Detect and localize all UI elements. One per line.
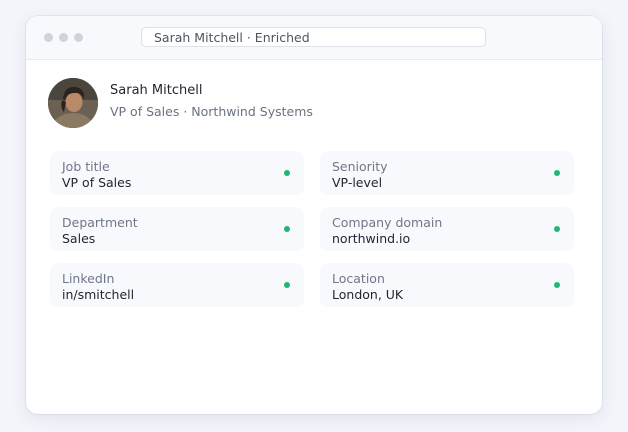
field-label: Job title xyxy=(62,159,110,174)
window-control-dot[interactable] xyxy=(59,33,68,42)
status-dot-icon xyxy=(284,226,290,232)
field-value: northwind.io xyxy=(332,231,411,246)
window-control-dot[interactable] xyxy=(74,33,83,42)
field-department: Department Sales xyxy=(50,207,304,251)
field-location: Location London, UK xyxy=(320,263,574,307)
field-value: Sales xyxy=(62,231,96,246)
field-value: in/smitchell xyxy=(62,287,135,302)
status-dot-icon xyxy=(554,170,560,176)
status-dot-icon xyxy=(554,282,560,288)
field-value: VP-level xyxy=(332,175,383,190)
status-dot-icon xyxy=(284,282,290,288)
field-job-title: Job title VP of Sales xyxy=(50,151,304,195)
window-titlebar: Sarah Mitchell · Enriched xyxy=(26,16,602,60)
avatar xyxy=(48,78,98,128)
field-label: LinkedIn xyxy=(62,271,115,286)
field-value: VP of Sales xyxy=(62,175,132,190)
status-dot-icon xyxy=(284,170,290,176)
field-seniority: Seniority VP-level xyxy=(320,151,574,195)
window-control-dot[interactable] xyxy=(44,33,53,42)
field-company-domain: Company domain northwind.io xyxy=(320,207,574,251)
address-bar[interactable]: Sarah Mitchell · Enriched xyxy=(141,27,486,47)
field-value: London, UK xyxy=(332,287,404,302)
field-linkedin: LinkedIn in/smitchell xyxy=(50,263,304,307)
field-label: Location xyxy=(332,271,385,286)
field-label: Department xyxy=(62,215,138,230)
profile-subtitle: VP of Sales · Northwind Systems xyxy=(110,104,313,119)
status-dot-icon xyxy=(554,226,560,232)
field-label: Company domain xyxy=(332,215,443,230)
profile-window: Sarah Mitchell · Enriched Sarah Mitchell… xyxy=(26,16,602,414)
field-label: Seniority xyxy=(332,159,388,174)
avatar-photo xyxy=(48,78,98,128)
profile-name: Sarah Mitchell xyxy=(110,83,203,98)
